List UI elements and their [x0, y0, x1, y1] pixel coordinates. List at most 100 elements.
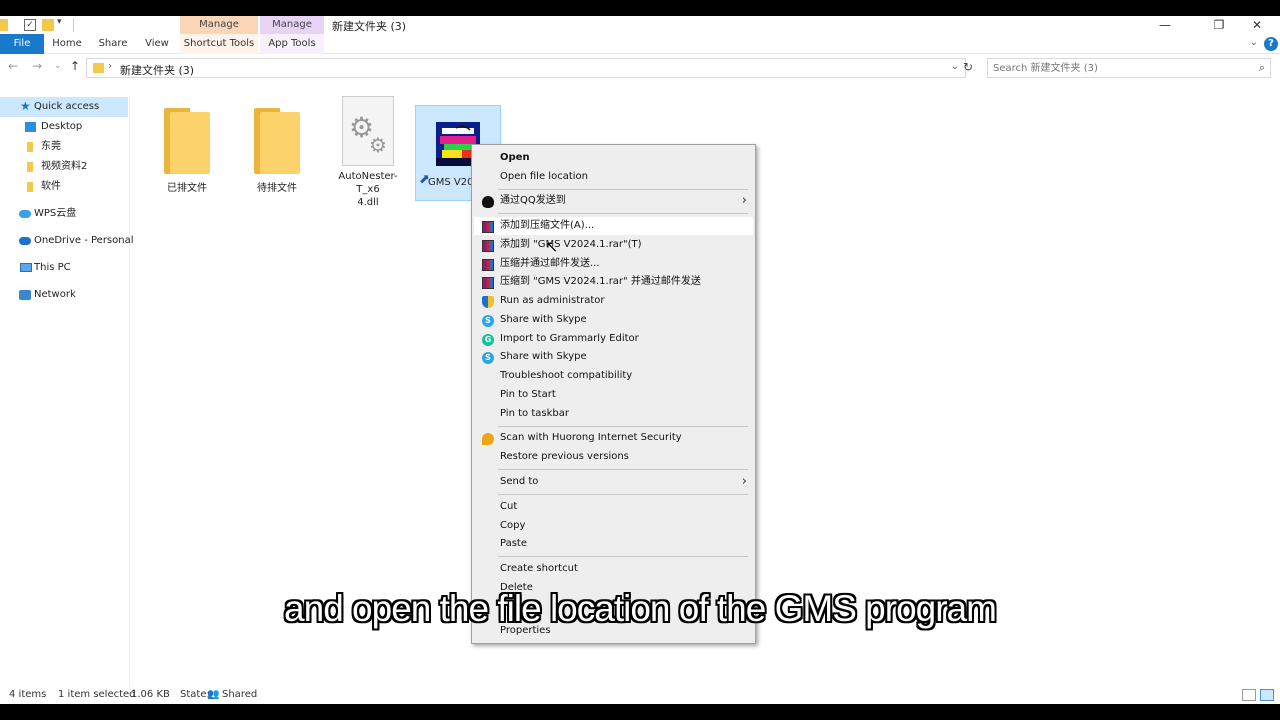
menu-item-rar-email-named[interactable]: 压缩到 "GMS V2024.1.rar" 并通过邮件发送: [474, 273, 753, 291]
large-icons-view-icon[interactable]: [1260, 689, 1274, 701]
shield-icon: [482, 296, 494, 308]
sidebar-item-label: This PC: [34, 262, 71, 273]
menu-divider: [498, 426, 748, 427]
sidebar-item-software[interactable]: 软件: [0, 177, 128, 197]
menu-item-share-skype-2[interactable]: S Share with Skype: [474, 348, 753, 366]
folder-icon: [27, 142, 33, 152]
breadcrumb[interactable]: 新建文件夹 (3): [120, 62, 194, 78]
tab-shortcut-tools[interactable]: Shortcut Tools: [180, 34, 258, 54]
menu-item-copy[interactable]: Copy: [474, 517, 753, 535]
context-tab-manage-app: Manage: [260, 16, 324, 34]
file-name: 已排文件: [167, 183, 207, 194]
details-view-icon[interactable]: [1242, 689, 1256, 701]
menu-divider: [498, 556, 748, 557]
address-dropdown-icon[interactable]: ⌄: [951, 61, 959, 72]
tab-app-tools[interactable]: App Tools: [260, 34, 324, 54]
menu-item-rar-add-named[interactable]: 添加到 "GMS V2024.1.rar"(T): [474, 236, 753, 254]
folder-icon: [27, 182, 33, 192]
context-menu: Open Open file location 通过QQ发送到 › 添加到压缩文…: [471, 144, 756, 644]
sidebar-item-dongguan[interactable]: 东莞: [0, 137, 128, 157]
sidebar-item-label: Network: [34, 289, 76, 300]
winrar-icon: [482, 221, 494, 233]
sidebar-item-label: WPS云盘: [34, 208, 77, 219]
star-icon: ★: [20, 99, 31, 113]
tab-share[interactable]: Share: [94, 34, 132, 54]
menu-item-troubleshoot[interactable]: Troubleshoot compatibility: [474, 367, 753, 385]
menu-item-label: 添加到 "GMS V2024.1.rar"(T): [500, 239, 642, 250]
sidebar-item-quick-access[interactable]: ★ Quick access: [0, 97, 128, 117]
properties-icon[interactable]: ✓: [24, 19, 36, 31]
menu-item-cut[interactable]: Cut: [474, 498, 753, 516]
folder-icon: [164, 108, 210, 174]
search-input[interactable]: [988, 59, 1248, 77]
submenu-arrow-icon: ›: [741, 474, 747, 489]
new-folder-icon[interactable]: [42, 19, 54, 31]
menu-item-share-skype[interactable]: S Share with Skype: [474, 311, 753, 329]
sidebar-item-label: 视频资料2: [41, 161, 88, 172]
menu-item-label: Scan with Huorong Internet Security: [500, 432, 682, 443]
menu-item-label: Send to: [500, 476, 539, 487]
menu-item-create-shortcut[interactable]: Create shortcut: [474, 560, 753, 578]
menu-item-paste[interactable]: Paste: [474, 535, 753, 553]
file-item-dll[interactable]: ⚙ ⚙ AutoNester-T_x6 4.dll: [328, 96, 408, 209]
sidebar-item-onedrive[interactable]: OneDrive - Personal: [0, 231, 134, 251]
sidebar-item-desktop[interactable]: Desktop: [0, 117, 128, 137]
quick-access-toolbar-dropdown-icon[interactable]: ▾: [57, 17, 62, 27]
recent-locations-icon[interactable]: ⌄: [54, 61, 62, 71]
menu-item-grammarly[interactable]: G Import to Grammarly Editor: [474, 330, 753, 348]
grammarly-icon: G: [482, 334, 494, 346]
help-icon[interactable]: ?: [1264, 37, 1278, 51]
menu-item-label: Share with Skype: [500, 314, 587, 325]
close-button[interactable]: ✕: [1234, 16, 1280, 34]
window-title: 新建文件夹 (3): [332, 20, 407, 33]
sidebar-item-this-pc[interactable]: This PC: [0, 258, 128, 278]
winrar-icon: [482, 277, 494, 289]
file-item-folder[interactable]: 已排文件: [147, 108, 227, 195]
back-icon[interactable]: ←: [8, 59, 18, 73]
tab-file[interactable]: File: [0, 34, 44, 54]
sidebar-item-label: Desktop: [41, 121, 83, 132]
status-bar: 4 items 1 item selected 1.06 KB State: 👥…: [0, 686, 1280, 704]
qq-icon: [482, 196, 494, 208]
menu-item-label: Copy: [500, 520, 526, 531]
sidebar-item-wps-cloud[interactable]: WPS云盘: [0, 204, 128, 224]
menu-item-run-as-administrator[interactable]: Run as administrator: [474, 292, 753, 310]
menu-item-rar-email[interactable]: 压缩并通过邮件发送...: [474, 255, 753, 273]
menu-item-pin-taskbar[interactable]: Pin to taskbar: [474, 405, 753, 423]
menu-item-send-to[interactable]: Send to ›: [474, 473, 753, 491]
breadcrumb-chevron-icon[interactable]: ›: [108, 61, 112, 72]
menu-item-label: Troubleshoot compatibility: [500, 370, 633, 381]
menu-divider: [498, 213, 748, 214]
sidebar-item-label: OneDrive - Personal: [34, 235, 134, 246]
menu-item-huorong-scan[interactable]: Scan with Huorong Internet Security: [474, 429, 753, 447]
menu-item-restore-versions[interactable]: Restore previous versions: [474, 448, 753, 466]
context-tab-manage-shortcut: Manage: [180, 16, 258, 34]
sidebar-item-label: 软件: [41, 181, 61, 192]
folder-icon: [27, 162, 33, 172]
desktop-icon: [25, 122, 36, 132]
tab-view[interactable]: View: [140, 34, 174, 54]
cloud-icon: [19, 210, 31, 218]
winrar-icon: [482, 259, 494, 271]
sidebar-item-label: 东莞: [41, 141, 61, 152]
up-icon[interactable]: ↑: [70, 59, 80, 73]
expand-ribbon-icon[interactable]: ⌄: [1250, 37, 1258, 48]
menu-item-pin-start[interactable]: Pin to Start: [474, 386, 753, 404]
search-box[interactable]: ⌕: [987, 58, 1271, 78]
tab-home[interactable]: Home: [48, 34, 86, 54]
sidebar-item-video-materials[interactable]: 视频资料2: [0, 157, 128, 177]
menu-item-open-file-location[interactable]: Open file location: [474, 168, 753, 186]
menu-item-label: Paste: [500, 538, 527, 549]
minimize-button[interactable]: —: [1142, 16, 1188, 34]
refresh-icon[interactable]: ↻: [963, 60, 973, 74]
network-icon: [19, 290, 31, 300]
menu-item-rar-add[interactable]: 添加到压缩文件(A)...: [474, 217, 753, 235]
sidebar-item-network[interactable]: Network: [0, 285, 128, 305]
menu-item-qq-send[interactable]: 通过QQ发送到 ›: [474, 192, 753, 210]
menu-item-label: Import to Grammarly Editor: [500, 333, 639, 344]
file-item-folder[interactable]: 待排文件: [237, 108, 317, 195]
forward-icon[interactable]: →: [32, 59, 42, 73]
search-icon[interactable]: ⌕: [1259, 61, 1265, 75]
address-bar[interactable]: › 新建文件夹 (3) ⌄: [86, 58, 966, 78]
menu-item-open[interactable]: Open: [474, 149, 753, 167]
